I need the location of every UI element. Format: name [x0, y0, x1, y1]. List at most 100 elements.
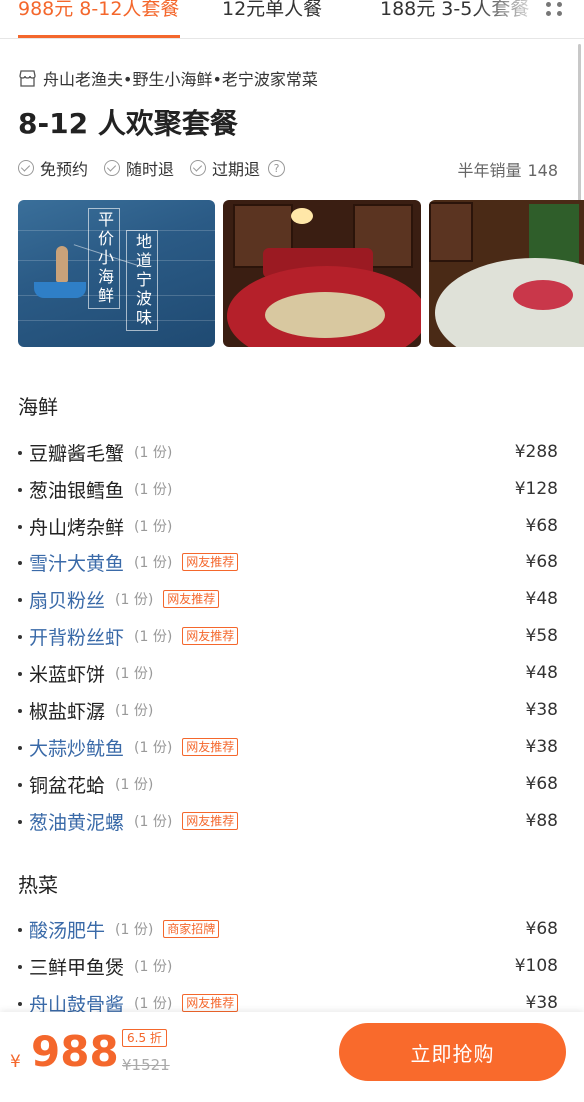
photo-caption-right: 地道宁波味 — [126, 230, 158, 331]
window-shape — [429, 202, 473, 262]
feature-no-reservation: 免预约 — [18, 156, 88, 180]
list-item[interactable]: 舟山烤杂鲜 (1 份) ¥68 — [18, 511, 558, 541]
recommend-tag: 网友推荐 — [163, 590, 220, 608]
item-price: ¥108 — [514, 956, 558, 976]
feature-expired-refund: 过期退 — [190, 156, 260, 180]
scrollbar[interactable] — [578, 44, 581, 204]
item-price: ¥288 — [514, 442, 558, 462]
item-qty: (1 份) — [134, 814, 173, 830]
item-qty: (1 份) — [134, 482, 173, 498]
item-name: 铜盆花蛤 — [29, 774, 106, 797]
item-qty: (1 份) — [134, 629, 173, 645]
bullet — [18, 561, 22, 565]
list-item[interactable]: 铜盆花蛤 (1 份) ¥68 — [18, 769, 558, 799]
recommend-tag: 网友推荐 — [182, 627, 239, 645]
shop-name: 舟山老渔夫•野生小海鲜•老宁波家常菜 — [43, 70, 318, 89]
photo-fisherman[interactable]: 平价小海鲜 地道宁波味 — [18, 200, 215, 347]
check-circle-icon — [190, 160, 207, 176]
item-price: ¥68 — [525, 552, 558, 572]
tab-988-package[interactable]: 988元 8-12人套餐 — [18, 0, 179, 21]
bullet — [18, 672, 22, 676]
item-price: ¥48 — [525, 589, 558, 609]
item-name-link[interactable]: 大蒜炒鱿鱼 — [29, 734, 124, 761]
bullet — [18, 635, 22, 639]
shop-line[interactable]: 舟山老渔夫•野生小海鲜•老宁波家常菜 — [18, 66, 318, 90]
item-price: ¥88 — [525, 811, 558, 831]
feature-label: 随时退 — [126, 160, 175, 179]
discount-badge: 6.5 折 — [122, 1029, 167, 1047]
sales-number: 148 — [527, 161, 558, 180]
bullet — [18, 598, 22, 602]
bullet — [18, 820, 22, 824]
item-name: 米蓝虾饼 — [29, 663, 106, 686]
recommend-tag: 网友推荐 — [182, 738, 239, 756]
item-name-link[interactable]: 葱油黄泥螺 — [29, 808, 124, 835]
list-item[interactable]: 葱油黄泥螺 (1 份) 网友推荐 ¥88 — [18, 806, 558, 836]
list-item[interactable]: 扇贝粉丝 (1 份) 网友推荐 ¥48 — [18, 584, 558, 614]
list-item[interactable]: 雪汁大黄鱼 (1 份) 网友推荐 ¥68 — [18, 547, 558, 577]
recommend-tag: 网友推荐 — [182, 553, 239, 571]
item-qty: (1 份) — [134, 740, 173, 756]
photo-round-table[interactable] — [429, 200, 584, 347]
item-name: 椒盐虾潺 — [29, 700, 106, 723]
bullet — [18, 928, 22, 932]
feature-refund-anytime: 随时退 — [104, 156, 174, 180]
recommend-tag: 网友推荐 — [182, 994, 239, 1012]
item-name-link[interactable]: 酸汤肥牛 — [29, 916, 105, 943]
list-item[interactable]: 葱油银鳕鱼 (1 份) ¥128 — [18, 474, 558, 504]
item-price: ¥38 — [525, 737, 558, 757]
list-item[interactable]: 酸汤肥牛 (1 份) 商家招牌 ¥68 — [18, 914, 558, 944]
active-tab-indicator — [18, 35, 180, 38]
list-item[interactable]: 米蓝虾饼 (1 份) ¥48 — [18, 658, 558, 688]
item-price: ¥68 — [525, 516, 558, 536]
item-qty: (1 份) — [134, 996, 173, 1012]
item-qty: (1 份) — [134, 959, 173, 975]
item-price: ¥38 — [525, 993, 558, 1013]
store-icon — [19, 69, 36, 87]
page-title: 8-12 人欢聚套餐 — [18, 107, 238, 140]
feature-list: 免预约 随时退 过期退 ? — [18, 156, 286, 180]
item-qty: (1 份) — [134, 555, 173, 571]
section-title-hot-dishes: 热菜 — [18, 873, 58, 897]
buy-now-button[interactable]: 立即抢购 — [339, 1023, 566, 1081]
check-circle-icon — [104, 160, 121, 176]
list-item[interactable]: 大蒜炒鱿鱼 (1 份) 网友推荐 ¥38 — [18, 732, 558, 762]
recommend-tag: 网友推荐 — [182, 812, 239, 830]
item-name: 葱油银鳕鱼 — [29, 479, 125, 502]
bullet — [18, 965, 22, 969]
feature-label: 免预约 — [40, 160, 89, 179]
item-price: ¥58 — [525, 626, 558, 646]
bullet — [18, 488, 22, 492]
item-price: ¥48 — [525, 663, 558, 683]
more-icon[interactable] — [546, 2, 566, 16]
item-name-link[interactable]: 开背粉丝虾 — [29, 623, 124, 650]
list-item[interactable]: 开背粉丝虾 (1 份) 网友推荐 ¥58 — [18, 621, 558, 651]
item-price: ¥38 — [525, 700, 558, 720]
list-item[interactable]: 椒盐虾潺 (1 份) ¥38 — [18, 695, 558, 725]
currency-symbol: ¥ — [10, 1052, 21, 1072]
item-name-link[interactable]: 雪汁大黄鱼 — [29, 549, 124, 576]
feature-label: 过期退 — [212, 160, 261, 179]
bullet — [18, 451, 22, 455]
bullet — [18, 525, 22, 529]
item-qty: (1 份) — [115, 777, 154, 793]
lamp-shape — [291, 208, 313, 224]
tab-fade — [474, 0, 544, 36]
bullet — [18, 783, 22, 787]
list-item[interactable]: 豆瓣酱毛蟹 (1 份) ¥288 — [18, 437, 558, 467]
check-circle-icon — [18, 160, 34, 176]
list-item[interactable]: 三鲜甲鱼煲 (1 份) ¥108 — [18, 951, 558, 981]
bullet — [18, 709, 22, 713]
item-qty: (1 份) — [115, 592, 154, 608]
sales-label: 半年销量 — [457, 161, 522, 180]
lazy-susan-shape — [265, 292, 385, 338]
item-price: ¥128 — [514, 479, 558, 499]
package-tabs: 988元 8-12人套餐 12元单人餐 188元 3-5人套餐 — [0, 0, 584, 39]
section-title-seafood: 海鲜 — [18, 395, 58, 419]
help-icon[interactable]: ? — [268, 159, 286, 177]
photo-dining-room[interactable] — [223, 200, 421, 347]
item-name-link[interactable]: 扇贝粉丝 — [29, 586, 105, 613]
flowers-shape — [513, 280, 573, 310]
tab-12-single[interactable]: 12元单人餐 — [222, 0, 322, 21]
item-name: 三鲜甲鱼煲 — [29, 956, 125, 979]
